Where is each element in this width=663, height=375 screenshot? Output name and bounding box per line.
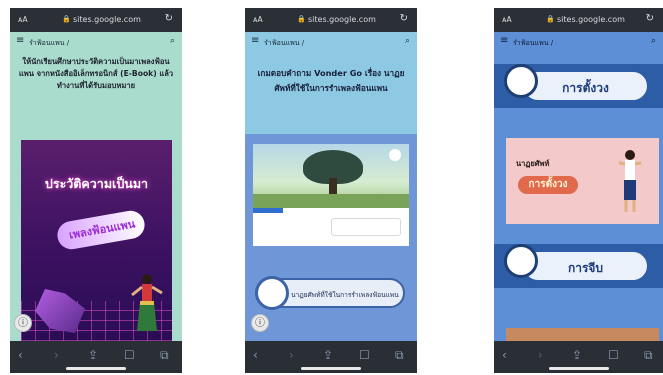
browser-toolbar: ‹ › ⇪ ☐ ⧉ [10,341,182,373]
home-indicator [301,367,361,370]
share-icon[interactable]: ⇪ [323,348,333,362]
menu-icon[interactable]: ≡ [500,36,508,46]
dancer-figure [619,150,641,212]
game-embed-preview[interactable] [253,144,409,208]
browser-address-bar[interactable]: ᴀA 🔒 sites.google.com ↻ [10,8,182,32]
site-nav-bar: ≡ รำฟ้อนแพน / ⌕ [245,32,417,52]
home-indicator [66,367,126,370]
moon-icon [389,149,401,161]
pill-button-label: การตั้งวง [562,81,609,95]
instruction-text: ให้นักเรียนศึกษาประวัติความเป็นมาเพลงฟ้อ… [18,57,174,90]
page-content: เกมตอบคำถาม Vonder Go เรื่อง นาฏยศัพท์ที… [245,52,417,341]
pill-button-bottom[interactable]: การจีบ [522,250,649,282]
progress-strip [253,208,283,213]
pill-button-label: การจีบ [567,261,604,275]
reader-aa-button[interactable]: ᴀA [253,15,263,24]
info-icon[interactable]: ⓘ [14,314,32,332]
menu-icon[interactable]: ≡ [251,36,259,46]
site-breadcrumb[interactable]: รำฟ้อนแพน / [264,38,304,49]
search-icon[interactable]: ⌕ [405,36,410,46]
url-text[interactable]: sites.google.com [73,15,141,24]
back-arrow-icon[interactable]: ‹ [253,348,258,362]
avatar [504,64,538,98]
ebook-title: ประวัติความเป็นมา [44,176,149,191]
search-icon[interactable]: ⌕ [651,36,656,46]
share-icon[interactable]: ⇪ [572,348,582,362]
next-card-peek [506,328,659,341]
browser-address-bar[interactable]: ᴀA 🔒 sites.google.com ↻ [494,8,663,32]
site-breadcrumb[interactable]: รำฟ้อนแพน / [513,38,553,49]
tabs-icon[interactable]: ⧉ [160,348,169,363]
reload-icon[interactable]: ↻ [165,13,173,24]
back-arrow-icon[interactable]: ‹ [502,348,507,362]
bookmarks-icon[interactable]: ☐ [608,348,619,362]
browser-toolbar: ‹ › ⇪ ☐ ⧉ [494,341,663,373]
game-embed-footer [253,208,409,246]
screenshot-stage: ᴀA 🔒 sites.google.com ↻ ≡ รำฟ้อนแพน / ⌕ … [0,0,663,375]
browser-toolbar: ‹ › ⇪ ☐ ⧉ [245,341,417,373]
vocabulary-card[interactable]: นาฏยศัพท์ การตั้งวง [506,138,659,224]
reload-icon[interactable]: ↻ [646,13,654,24]
browser-address-bar[interactable]: ᴀA 🔒 sites.google.com ↻ [245,8,417,32]
back-arrow-icon[interactable]: ‹ [18,348,23,362]
info-icon[interactable]: ⓘ [251,314,269,332]
reader-aa-button[interactable]: ᴀA [18,15,28,24]
page-heading: เกมตอบคำถาม Vonder Go เรื่อง นาฏยศัพท์ที… [257,68,405,93]
card-title: การตั้งวง [518,176,578,194]
vocabulary-link-button[interactable]: นาฏยศัพท์ที่ใช้ในการรำเพลงฟ้อนแพน [255,276,405,310]
page-content: ให้นักเรียนศึกษาประวัติความเป็นมาเพลงฟ้อ… [10,52,182,341]
page-content: การตั้งวง นาฏยศัพท์ การตั้งวง การจีบ [494,52,663,341]
forward-arrow-icon[interactable]: › [538,348,543,362]
tabs-icon[interactable]: ⧉ [644,348,653,363]
button-label: นาฏยศัพท์ที่ใช้ในการรำเพลงฟ้อนแพน [291,291,399,299]
card-caption: นาฏยศัพท์ [516,159,550,168]
forward-arrow-icon[interactable]: › [289,348,294,362]
bookmarks-icon[interactable]: ☐ [359,348,370,362]
hill-graphic [253,194,409,208]
dancer-figure [131,274,163,331]
search-icon[interactable]: ⌕ [170,36,175,46]
avatar [255,276,289,310]
pill-button-top[interactable]: การตั้งวง [522,70,649,102]
heading-section: เกมตอบคำถาม Vonder Go เรื่อง นาฏยศัพท์ที… [245,52,417,134]
reload-icon[interactable]: ↻ [400,13,408,24]
url-text[interactable]: sites.google.com [557,15,625,24]
share-icon[interactable]: ⇪ [88,348,98,362]
lock-icon: 🔒 [546,15,555,23]
site-breadcrumb[interactable]: รำฟ้อนแพน / [29,38,69,49]
avatar [504,244,538,278]
lock-icon: 🔒 [297,15,306,23]
forward-arrow-icon[interactable]: › [54,348,59,362]
phone-screen-3: ᴀA 🔒 sites.google.com ↻ ≡ รำฟ้อนแพน / ⌕ … [494,8,663,373]
phone-screen-1: ᴀA 🔒 sites.google.com ↻ ≡ รำฟ้อนแพน / ⌕ … [10,8,182,373]
tabs-icon[interactable]: ⧉ [395,348,404,363]
url-text[interactable]: sites.google.com [308,15,376,24]
bookmarks-icon[interactable]: ☐ [124,348,135,362]
menu-icon[interactable]: ≡ [16,36,24,46]
site-nav-bar: ≡ รำฟ้อนแพน / ⌕ [494,32,663,52]
ebook-cover[interactable]: ประวัติความเป็นมา เพลงฟ้อนแพน [21,140,172,341]
site-nav-bar: ≡ รำฟ้อนแพน / ⌕ [10,32,182,52]
phone-screen-2: ᴀA 🔒 sites.google.com ↻ ≡ รำฟ้อนแพน / ⌕ … [245,8,417,373]
reader-aa-button[interactable]: ᴀA [502,15,512,24]
lock-icon: 🔒 [62,15,71,23]
home-indicator [548,367,609,370]
game-input-slot[interactable] [331,218,401,236]
